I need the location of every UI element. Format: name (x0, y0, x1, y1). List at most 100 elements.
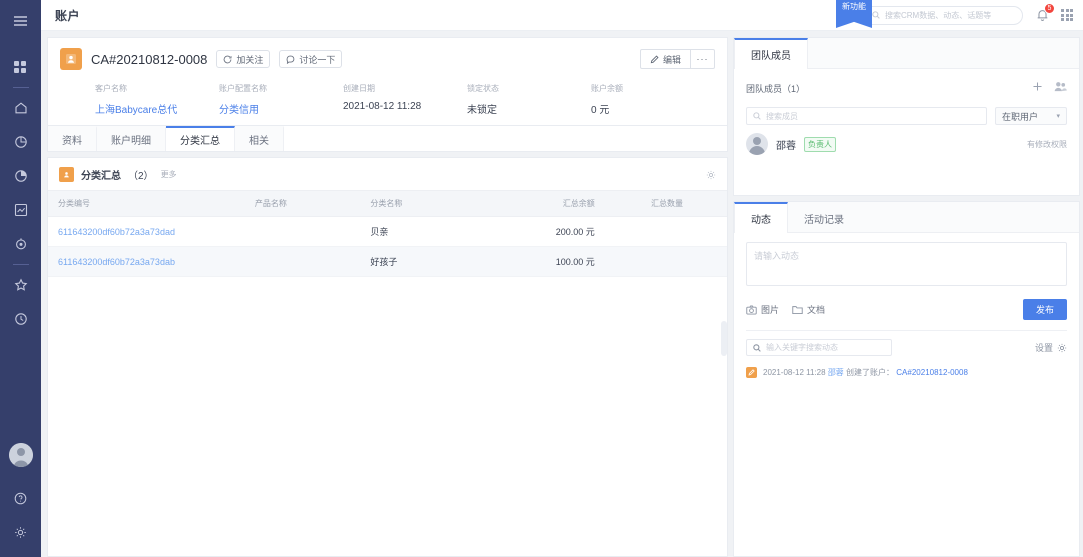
table-row[interactable]: 611643200df60b72a3a73dab 好孩子 100.00 元 (48, 246, 727, 277)
cell-product (244, 246, 361, 277)
notifications-button[interactable]: 5 (1034, 2, 1055, 24)
app-launcher-icon[interactable] (1061, 9, 1073, 21)
gear-icon[interactable] (0, 515, 41, 549)
attach-doc-button[interactable]: 文档 (792, 303, 825, 316)
search-icon (753, 343, 761, 352)
field-value: 0 元 (591, 105, 610, 116)
content-region: CA#20210812-0008 加关注 讨论一下 编辑 ··· 客户名称 上海… (41, 31, 1083, 557)
team-section-title: 团队成员（1） (746, 83, 806, 94)
app-root: 账户 新功能 搜索CRM数据、动态、话题等 5 CA#20210812-0008… (0, 0, 1083, 557)
right-panel: 团队成员 团队成员（1） 搜索成员 在职用户 ▾ 邵蓉 负责人 有修改权限 动态… (733, 37, 1080, 557)
field-value[interactable]: 分类信用 (219, 101, 343, 116)
field-value[interactable]: 上海Babycare总代 (95, 101, 219, 116)
table-row[interactable]: 611643200df60b72a3a73dad 贝亲 200.00 元 (48, 216, 727, 247)
field-value: 2021-08-12 11:28 (343, 101, 422, 112)
list-title: 分类汇总 (81, 171, 121, 182)
edit-button[interactable]: 编辑 (639, 49, 691, 69)
feed-entry-time: 2021-08-12 11:28 (763, 368, 826, 377)
feed-tabs: 动态 活动记录 (734, 202, 1079, 233)
feed-entry-record[interactable]: CA#20210812-0008 (896, 368, 968, 377)
cell-id[interactable]: 611643200df60b72a3a73dad (48, 216, 245, 247)
team-header-actions (1032, 79, 1067, 97)
target-icon[interactable] (0, 227, 41, 261)
tab-activity-log[interactable]: 活动记录 (788, 202, 860, 232)
sidebar-divider-2 (12, 264, 29, 265)
tab-ziliao[interactable]: 资料 (48, 126, 97, 151)
pie-filled-icon[interactable] (0, 159, 41, 193)
col-header-category[interactable]: 分类名称 (360, 190, 497, 217)
new-feature-ribbon[interactable]: 新功能 (836, 0, 872, 28)
pie-outline-icon[interactable] (0, 125, 41, 159)
field-label: 客户名称 (95, 84, 127, 93)
feed-entry-user[interactable]: 邵蓉 (828, 368, 844, 377)
col-header-product[interactable]: 产品名称 (244, 190, 361, 217)
avatar[interactable] (8, 443, 33, 467)
clock-icon[interactable] (0, 302, 41, 336)
member-role-badge: 负责人 (804, 136, 836, 152)
col-header-id[interactable]: 分类编号 (48, 190, 245, 217)
feed-list-item: 2021-08-12 11:28 邵蓉 创建了账户： CA#20210812-0… (734, 356, 1079, 378)
publish-button[interactable]: 发布 (1022, 299, 1067, 320)
star-icon[interactable] (0, 268, 41, 302)
topbar-actions: 搜索CRM数据、动态、话题等 5 (863, 2, 1073, 25)
field-label: 创建日期 (343, 84, 375, 93)
add-member-icon[interactable] (1032, 79, 1043, 97)
member-search-input[interactable]: 搜索成员 (746, 107, 987, 125)
feed-settings-label: 设置 (1034, 343, 1053, 353)
home-icon[interactable] (0, 91, 41, 125)
line-chart-icon[interactable] (0, 193, 41, 227)
search-icon (872, 11, 880, 19)
feed-search-input[interactable]: 输入关键字搜索动态 (746, 339, 892, 356)
question-icon[interactable] (0, 481, 41, 515)
attach-image-button[interactable]: 图片 (746, 303, 779, 316)
sidebar-bottom-group (0, 443, 41, 549)
field-customer-name: 客户名称 上海Babycare总代 (95, 83, 219, 116)
col-header-quantity[interactable]: 汇总数量 (604, 190, 694, 217)
tab-category-summary[interactable]: 分类汇总 (166, 126, 235, 151)
table-scrollbar[interactable] (721, 321, 727, 356)
feed-settings-button[interactable]: 设置 (1035, 341, 1067, 354)
composer-toolbar: 图片 文档 发布 (746, 299, 1067, 320)
grid-icon[interactable] (0, 50, 41, 84)
feed-input[interactable] (746, 242, 1067, 286)
chevron-down-icon: ▾ (1056, 113, 1060, 120)
tab-account-detail[interactable]: 账户明细 (97, 126, 166, 151)
folder-icon (792, 305, 803, 314)
cell-category: 贝亲 (360, 216, 497, 247)
team-members-card: 团队成员 团队成员（1） 搜索成员 在职用户 ▾ 邵蓉 负责人 有修改权限 (733, 37, 1080, 196)
tab-related[interactable]: 相关 (235, 126, 284, 151)
list-more-link[interactable]: 更多 (161, 169, 177, 180)
category-summary-table: 分类编号 产品名称 分类名称 汇总余额 汇总数量 611643200df60b7… (48, 190, 727, 277)
list-icon (59, 167, 74, 182)
list-settings-gear-icon[interactable] (706, 170, 716, 180)
member-permission: 有修改权限 (1027, 139, 1067, 149)
member-status-select[interactable]: 在职用户 ▾ (995, 107, 1067, 125)
record-title: CA#20210812-0008 (91, 51, 208, 67)
account-icon (60, 48, 82, 70)
team-header: 团队成员（1） (734, 69, 1079, 103)
tab-team-members[interactable]: 团队成员 (734, 38, 808, 69)
field-balance: 账户余额 0 元 (591, 83, 715, 116)
discuss-label: 讨论一下 (299, 54, 336, 65)
cell-category: 好孩子 (360, 246, 497, 277)
cell-quantity (604, 246, 694, 277)
team-filter-row: 搜索成员 在职用户 ▾ (734, 103, 1079, 125)
more-actions-button[interactable]: ··· (691, 49, 715, 69)
discuss-button[interactable]: 讨论一下 (279, 50, 343, 68)
global-search[interactable]: 搜索CRM数据、动态、话题等 (863, 5, 1023, 25)
attach-image-label: 图片 (761, 305, 780, 315)
team-group-icon[interactable] (1054, 79, 1067, 97)
record-header-card: CA#20210812-0008 加关注 讨论一下 编辑 ··· 客户名称 上海… (47, 37, 728, 126)
follow-icon (224, 55, 232, 63)
record-title-row: CA#20210812-0008 加关注 讨论一下 编辑 ··· (60, 48, 715, 70)
table-header-row: 分类编号 产品名称 分类名称 汇总余额 汇总数量 (48, 190, 727, 217)
cell-id[interactable]: 611643200df60b72a3a73dab (48, 246, 245, 277)
search-icon (753, 112, 761, 120)
record-actions: 编辑 ··· (639, 49, 715, 69)
member-list-item[interactable]: 邵蓉 负责人 有修改权限 (734, 125, 1079, 163)
tab-dynamics[interactable]: 动态 (734, 202, 788, 233)
follow-button[interactable]: 加关注 (216, 50, 271, 68)
feed-entry-action: 创建了账户： (846, 368, 895, 377)
col-header-balance[interactable]: 汇总余额 (496, 190, 605, 217)
menu-toggle-icon[interactable] (0, 4, 41, 38)
